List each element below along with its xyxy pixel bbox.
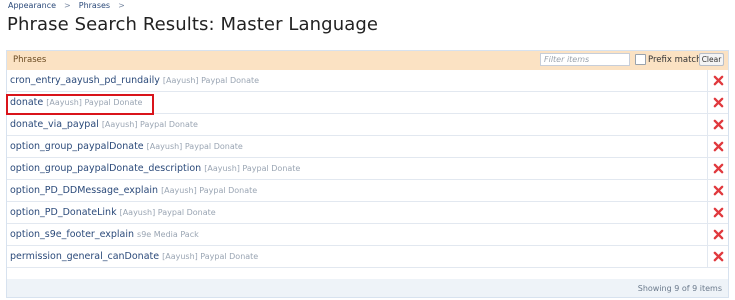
addon-label: [Aayush] Paypal Donate xyxy=(101,120,198,129)
list-item: option_PD_DonateLink [Aayush] Paypal Dona… xyxy=(7,202,728,224)
addon-label: [Aayush] Paypal Donate xyxy=(146,142,243,151)
list-item: option_s9e_footer_explain s9e Media Pack xyxy=(7,224,728,246)
list-item: cron_entry_aayush_pd_rundaily [Aayush] Pa… xyxy=(7,70,728,92)
phrase-link[interactable]: option_s9e_footer_explain s9e Media Pack xyxy=(10,229,199,240)
delete-x-icon xyxy=(713,163,723,174)
phrase-list: cron_entry_aayush_pd_rundaily [Aayush] Pa… xyxy=(7,70,728,268)
items-count: Showing 9 of 9 items xyxy=(637,284,722,293)
delete-x-icon xyxy=(713,207,723,218)
delete-x-icon xyxy=(713,119,723,130)
delete-button[interactable] xyxy=(707,180,728,201)
filter-items-input[interactable] xyxy=(540,53,630,66)
breadcrumb-separator: > xyxy=(118,1,125,10)
list-item: option_group_paypalDonate [Aayush] Paypal… xyxy=(7,136,728,158)
delete-button[interactable] xyxy=(707,136,728,157)
addon-label: [Aayush] Paypal Donate xyxy=(161,186,258,195)
panel-footer: Showing 9 of 9 items xyxy=(7,279,728,297)
delete-button[interactable] xyxy=(707,202,728,223)
breadcrumb-separator: > xyxy=(64,1,71,10)
page-title: Phrase Search Results: Master Language xyxy=(7,14,379,35)
panel-header: Phrases Prefix match Clear xyxy=(7,51,728,71)
delete-button[interactable] xyxy=(707,92,728,113)
delete-x-icon xyxy=(713,251,723,262)
phrase-link[interactable]: cron_entry_aayush_pd_rundaily [Aayush] Pa… xyxy=(10,75,259,86)
addon-label: [Aayush] Paypal Donate xyxy=(204,164,301,173)
phrase-link[interactable]: donate_via_paypal [Aayush] Paypal Donate xyxy=(10,119,198,130)
phrase-link[interactable]: donate [Aayush] Paypal Donate xyxy=(10,97,142,108)
phrase-name[interactable]: option_group_paypalDonate_description xyxy=(10,163,201,174)
phrase-link[interactable]: option_PD_DDMessage_explain [Aayush] Payp… xyxy=(10,185,257,196)
phrase-name[interactable]: option_PD_DonateLink xyxy=(10,207,117,218)
list-item: permission_general_canDonate [Aayush] Pay… xyxy=(7,246,728,268)
delete-button[interactable] xyxy=(707,224,728,245)
list-item: option_PD_DDMessage_explain [Aayush] Payp… xyxy=(7,180,728,202)
delete-button[interactable] xyxy=(707,246,728,267)
delete-button[interactable] xyxy=(707,158,728,179)
addon-label: s9e Media Pack xyxy=(137,230,199,239)
delete-x-icon xyxy=(713,75,723,86)
prefix-match-label[interactable]: Prefix match xyxy=(648,55,701,65)
phrase-name[interactable]: donate_via_paypal xyxy=(10,119,99,130)
addon-label: [Aayush] Paypal Donate xyxy=(119,208,216,217)
addon-label: [Aayush] Paypal Donate xyxy=(162,76,260,85)
addon-label: [Aayush] Paypal Donate xyxy=(162,252,259,261)
delete-button[interactable] xyxy=(707,114,728,135)
delete-x-icon xyxy=(713,185,723,196)
phrase-link[interactable]: permission_general_canDonate [Aayush] Pay… xyxy=(10,251,258,262)
phrase-link[interactable]: option_PD_DonateLink [Aayush] Paypal Dona… xyxy=(10,207,216,218)
breadcrumb-item-phrases[interactable]: Phrases xyxy=(79,1,110,10)
delete-x-icon xyxy=(713,97,723,108)
delete-button[interactable] xyxy=(707,70,728,91)
addon-label: [Aayush] Paypal Donate xyxy=(46,98,143,107)
phrase-name[interactable]: donate xyxy=(10,97,43,108)
phrase-name[interactable]: option_PD_DDMessage_explain xyxy=(10,185,158,196)
list-item: donate [Aayush] Paypal Donate xyxy=(7,92,728,114)
breadcrumb-item-appearance[interactable]: Appearance xyxy=(8,1,56,10)
list-item: donate_via_paypal [Aayush] Paypal Donate xyxy=(7,114,728,136)
list-item: option_group_paypalDonate_description [Aa… xyxy=(7,158,728,180)
phrase-name[interactable]: option_s9e_footer_explain xyxy=(10,229,134,240)
phrases-panel: Phrases Prefix match Clear cron_entry_aa… xyxy=(6,50,729,298)
phrase-name[interactable]: permission_general_canDonate xyxy=(10,251,159,262)
phrase-link[interactable]: option_group_paypalDonate_description [Aa… xyxy=(10,163,300,174)
phrase-name[interactable]: option_group_paypalDonate xyxy=(10,141,144,152)
phrase-link[interactable]: option_group_paypalDonate [Aayush] Paypal… xyxy=(10,141,243,152)
panel-header-label: Phrases xyxy=(13,55,47,65)
prefix-match-checkbox[interactable] xyxy=(635,54,646,65)
breadcrumb: Appearance > Phrases > xyxy=(8,1,125,10)
delete-x-icon xyxy=(713,229,723,240)
phrase-name[interactable]: cron_entry_aayush_pd_rundaily xyxy=(10,75,160,86)
clear-button[interactable]: Clear xyxy=(699,53,724,66)
delete-x-icon xyxy=(713,141,723,152)
